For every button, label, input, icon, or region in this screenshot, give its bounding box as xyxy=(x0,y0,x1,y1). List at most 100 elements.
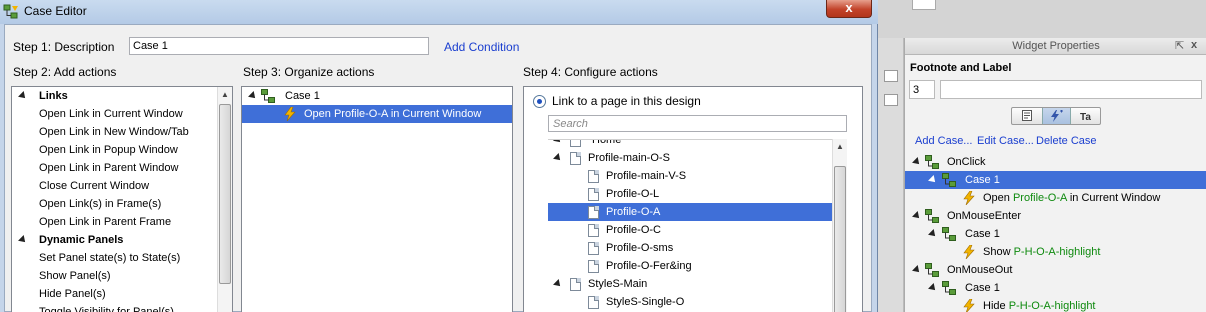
action-node[interactable]: Hide P-H-O-A-highlight xyxy=(905,297,1206,312)
edit-case-link[interactable]: Edit Case... xyxy=(977,135,1034,147)
action-item[interactable]: Open Link(s) in Frame(s) xyxy=(39,195,161,213)
case-node[interactable]: Case 1 xyxy=(905,279,1206,297)
action-item[interactable]: Open Link in Parent Window xyxy=(39,159,178,177)
collapse-arrow-icon[interactable] xyxy=(553,153,563,163)
delete-case-link[interactable]: Delete Case xyxy=(1036,135,1097,147)
action-item[interactable]: Open Link in Parent Frame xyxy=(39,213,171,231)
event-node[interactable]: OnMouseEnter xyxy=(905,207,1206,225)
label-input[interactable] xyxy=(940,80,1202,99)
interactions-icon xyxy=(1050,109,1063,122)
scroll-thumb[interactable] xyxy=(834,166,846,312)
case-label: Case 1 xyxy=(965,282,1000,294)
collapse-arrow-icon[interactable] xyxy=(553,279,563,289)
scroll-up-icon[interactable]: ▲ xyxy=(833,139,847,155)
close-icon[interactable]: x xyxy=(1191,39,1197,51)
action-target: P-H-O-A-highlight xyxy=(1013,246,1101,258)
scroll-up-icon[interactable]: ▲ xyxy=(218,87,232,103)
page-icon xyxy=(588,224,599,237)
collapse-arrow-icon[interactable] xyxy=(928,283,938,293)
actions-scrollbar[interactable]: ▲ xyxy=(217,87,232,312)
group-dynamic-panels[interactable]: Dynamic Panels xyxy=(12,231,217,249)
page-label: Profile-O-A xyxy=(606,206,661,218)
lightning-icon xyxy=(284,107,296,121)
action-item[interactable]: Open Link in Current Window xyxy=(39,105,183,123)
case-icon xyxy=(942,227,956,241)
action-item[interactable]: Toggle Visibility for Panel(s) xyxy=(39,303,174,312)
collapse-arrow-icon[interactable] xyxy=(928,175,938,185)
strip-marker xyxy=(884,94,898,106)
page-label: StyleS-Single-O xyxy=(606,296,685,308)
lightning-icon xyxy=(963,299,975,312)
case-editor-dialog: Case Editor x Step 1: Description Add Co… xyxy=(0,0,878,312)
collapse-arrow-icon[interactable] xyxy=(928,229,938,239)
add-condition-link[interactable]: Add Condition xyxy=(444,40,519,54)
case-node[interactable]: Case 1 xyxy=(905,225,1206,243)
action-text: Open Profile-O-A in Current Window xyxy=(983,189,1160,207)
close-button[interactable]: x xyxy=(826,0,872,18)
tree-item[interactable]: Profile-O-sms xyxy=(548,239,832,257)
event-node[interactable]: OnClick xyxy=(905,153,1206,171)
action-rest: in Current Window xyxy=(1066,192,1161,204)
collapse-arrow-icon[interactable] xyxy=(912,211,922,221)
page-search-input[interactable] xyxy=(548,115,847,132)
widget-properties-panel: Widget Properties ⇱ x Footnote and Label… xyxy=(904,38,1206,312)
event-icon xyxy=(925,155,939,169)
tab-notes[interactable] xyxy=(1012,108,1041,124)
tab-interactions[interactable] xyxy=(1042,108,1071,124)
action-item[interactable]: Hide Panel(s) xyxy=(39,285,106,303)
case-node[interactable]: Case 1 xyxy=(242,87,512,105)
action-item[interactable]: Close Current Window xyxy=(39,177,149,195)
widget-properties-header: Widget Properties ⇱ x xyxy=(905,38,1206,55)
link-page-radio[interactable] xyxy=(533,95,546,108)
page-tree-scrollbar[interactable]: ▲ xyxy=(832,139,847,312)
tab-format[interactable]: Ta xyxy=(1072,108,1101,124)
action-item[interactable]: Open Link in Popup Window xyxy=(39,141,178,159)
collapse-arrow-icon[interactable] xyxy=(912,157,922,167)
page-icon xyxy=(570,140,581,147)
collapse-arrow-icon[interactable] xyxy=(18,91,28,101)
event-node[interactable]: OnMouseOut xyxy=(905,261,1206,279)
add-case-link[interactable]: Add Case... xyxy=(915,135,972,147)
collapse-arrow-icon[interactable] xyxy=(553,140,563,145)
collapse-arrow-icon[interactable] xyxy=(912,265,922,275)
tree-item[interactable]: Profile-main-V-S xyxy=(548,167,832,185)
tree-item[interactable]: StyleS-Main xyxy=(548,275,832,293)
tree-item-home[interactable]: Home xyxy=(548,140,832,149)
configure-panel: Link to a page in this design Home Profi… xyxy=(523,86,863,312)
group-links[interactable]: Links xyxy=(12,87,217,105)
pin-icon[interactable]: ⇱ xyxy=(1175,39,1184,52)
case-node-selected[interactable]: Case 1 xyxy=(905,171,1206,189)
action-node[interactable]: Show P-H-O-A-highlight xyxy=(905,243,1206,261)
dialog-title: Case Editor xyxy=(24,4,87,18)
action-item[interactable]: Show Panel(s) xyxy=(39,267,111,285)
description-input[interactable] xyxy=(129,37,429,55)
action-item[interactable]: Set Panel state(s) to State(s) xyxy=(39,249,180,267)
tree-item[interactable]: Profile-O-C xyxy=(548,221,832,239)
scroll-thumb[interactable] xyxy=(219,104,231,284)
case-icon xyxy=(261,89,275,103)
action-node-selected[interactable]: Open Profile-O-A in Current Window xyxy=(242,105,512,123)
case-editor-icon xyxy=(3,4,18,19)
tree-item[interactable]: Profile-O-L xyxy=(548,185,832,203)
strip-marker xyxy=(884,70,898,82)
svg-text:Ta: Ta xyxy=(1080,112,1091,122)
event-label: OnMouseEnter xyxy=(947,210,1021,222)
tree-item[interactable]: Profile-O-Fer&ing xyxy=(548,257,832,275)
action-text: Show P-H-O-A-highlight xyxy=(983,243,1100,261)
action-label: Open Profile-O-A in Current Window xyxy=(304,108,482,120)
dialog-titlebar[interactable]: Case Editor x xyxy=(0,0,878,24)
footnote-input[interactable] xyxy=(909,80,935,99)
action-item[interactable]: Open Link in New Window/Tab xyxy=(39,123,189,141)
event-icon xyxy=(925,263,939,277)
tree-item-selected[interactable]: Profile-O-A xyxy=(548,203,832,221)
collapse-arrow-icon[interactable] xyxy=(18,235,28,245)
action-node[interactable]: Open Profile-O-A in Current Window xyxy=(905,189,1206,207)
action-text: Hide P-H-O-A-highlight xyxy=(983,297,1096,312)
page-icon xyxy=(570,278,581,291)
dialog-body: Step 1: Description Add Condition Step 2… xyxy=(4,24,872,312)
tree-item[interactable]: StyleS-Single-O xyxy=(548,293,832,311)
property-tabs: Ta xyxy=(1011,107,1101,125)
page-label: Profile-main-O-S xyxy=(588,152,670,164)
tree-item[interactable]: Profile-main-O-S xyxy=(548,149,832,167)
collapse-arrow-icon[interactable] xyxy=(248,91,258,101)
